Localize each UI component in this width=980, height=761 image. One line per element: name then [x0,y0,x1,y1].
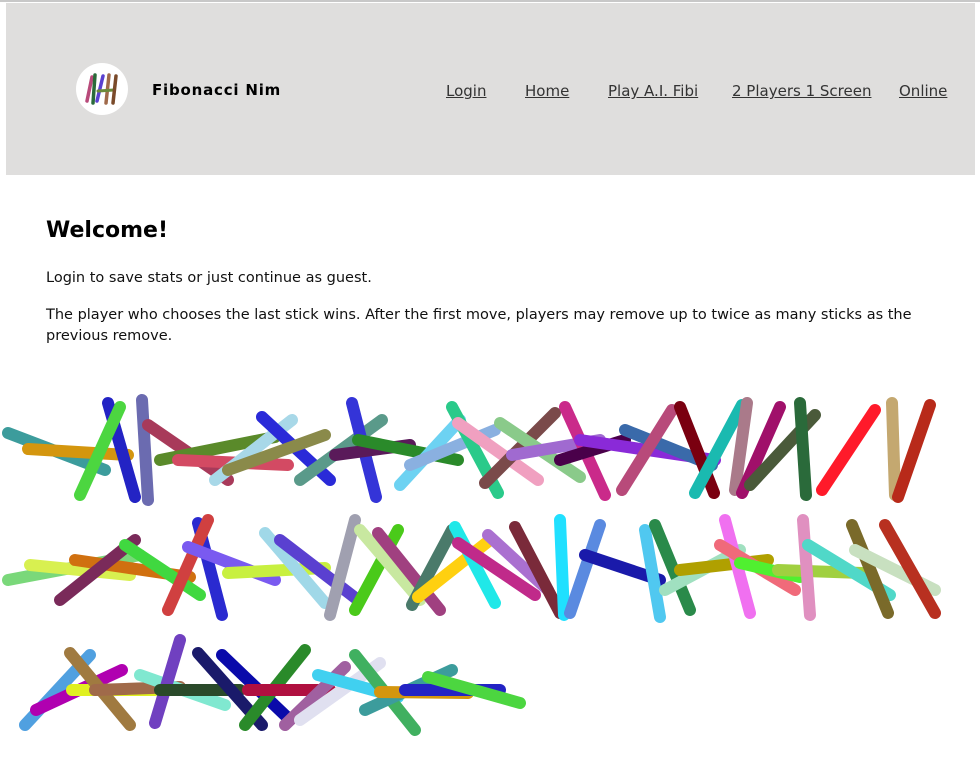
stick[interactable] [136,394,154,506]
stick[interactable] [886,397,901,501]
site-header: Fibonacci Nim Login Home Play A.I. Fibi … [6,3,975,175]
nav-login[interactable]: Login [446,82,486,100]
stick[interactable] [22,443,134,461]
stick[interactable] [892,399,936,503]
nav-play-ai-fibi[interactable]: Play A.I. Fibi [608,82,698,100]
window-top-border [0,0,980,2]
rules-text: The player who chooses the last stick wi… [46,307,912,344]
stick[interactable] [797,514,816,621]
main-content: Welcome! Login to save stats or just con… [46,218,946,344]
brand-title[interactable]: Fibonacci Nim [152,81,281,99]
stick[interactable] [554,514,570,621]
intro-text: Login to save stats or just continue as … [46,270,372,286]
stick[interactable] [564,519,606,619]
sticks-board[interactable] [0,385,980,761]
stick[interactable] [794,397,812,501]
nav-online[interactable]: Online [899,82,947,100]
page-title: Welcome! [46,218,168,243]
nav-home[interactable]: Home [525,82,569,100]
nav-two-players-one-screen[interactable]: 2 Players 1 Screen [732,82,871,100]
stick[interactable] [816,404,881,496]
sticks-logo-icon[interactable] [76,63,128,115]
